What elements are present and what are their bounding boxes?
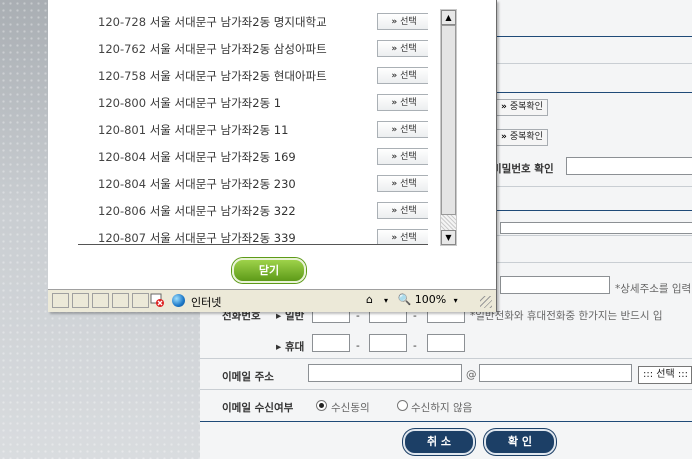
section-divider xyxy=(200,421,692,422)
nick-dup-check-button[interactable]: » 중복확인 xyxy=(496,129,548,146)
popup-blocked-icon[interactable] xyxy=(150,293,164,307)
select-button[interactable]: » 선택 xyxy=(377,148,428,165)
email-domain-input[interactable] xyxy=(479,364,632,382)
cancel-button[interactable]: 취 소 xyxy=(403,429,475,455)
list-item: 120-758 서울 서대문구 남가좌2동 현대아파트 » 선택 xyxy=(78,62,428,89)
close-button[interactable]: 닫기 xyxy=(232,258,306,283)
list-item: 120-728 서울 서대문구 남가좌2동 명지대학교 » 선택 xyxy=(78,8,428,35)
scroll-thumb[interactable] xyxy=(441,25,456,215)
list-item: 120-807 서울 서대문구 남가좌2동 339 » 선택 xyxy=(78,224,428,245)
address-text: 120-807 서울 서대문구 남가좌2동 339 xyxy=(98,231,296,245)
select-button[interactable]: » 선택 xyxy=(377,202,428,219)
status-pane xyxy=(92,293,109,308)
email-label: 이메일 주소 xyxy=(222,371,274,383)
address-text: 120-804 서울 서대문구 남가좌2동 230 xyxy=(98,177,296,191)
list-item: 120-804 서울 서대문구 남가좌2동 230 » 선택 xyxy=(78,170,428,197)
address-text: 120-804 서울 서대문구 남가좌2동 169 xyxy=(98,150,296,164)
row-divider xyxy=(200,389,692,390)
address-text: 120-762 서울 서대문구 남가좌2동 삼성아파트 xyxy=(98,42,327,56)
select-button[interactable]: » 선택 xyxy=(377,13,428,30)
scroll-up-icon[interactable]: ▲ xyxy=(441,10,456,25)
list-item: 120-800 서울 서대문구 남가좌2동 1 » 선택 xyxy=(78,89,428,116)
address-text: 120-758 서울 서대문구 남가좌2동 현대아파트 xyxy=(98,69,327,83)
scroll-track[interactable] xyxy=(441,215,456,231)
detail-address-hint: *상세주소를 입력 xyxy=(615,283,692,295)
resize-grip-icon[interactable] xyxy=(480,296,492,308)
vertical-scrollbar[interactable]: ▲ ▼ xyxy=(440,9,457,246)
select-button[interactable]: » 선택 xyxy=(377,40,428,57)
dash: - xyxy=(413,340,417,352)
scroll-down-icon[interactable]: ▼ xyxy=(441,230,456,245)
select-button[interactable]: » 선택 xyxy=(377,175,428,192)
select-button[interactable]: » 선택 xyxy=(377,67,428,84)
address-text: 120-800 서울 서대문구 남가좌2동 1 xyxy=(98,96,282,110)
list-item: 120-801 서울 서대문구 남가좌2동 11 » 선택 xyxy=(78,116,428,143)
zipcode-popup-window: 120-728 서울 서대문구 남가좌2동 명지대학교 » 선택 120-762… xyxy=(48,0,497,312)
mobile-phone-2[interactable] xyxy=(369,334,407,352)
row-divider xyxy=(200,358,692,359)
browser-status-bar: 인터넷 ⌂ ▾ 🔍 100% ▾ xyxy=(48,289,496,312)
status-pane xyxy=(132,293,149,308)
mobile-phone-3[interactable] xyxy=(427,334,465,352)
email-domain-select[interactable]: ::: 선택 ::: xyxy=(638,366,692,384)
password-confirm-label: 비밀번호 확인 xyxy=(492,163,554,175)
email-at: @ xyxy=(466,369,477,381)
email-consent-label: 이메일 수신여부 xyxy=(222,402,294,414)
list-item: 120-804 서울 서대문구 남가좌2동 169 » 선택 xyxy=(78,143,428,170)
zoom-control[interactable]: ⌂ ▾ 🔍 100% ▾ xyxy=(366,293,458,309)
address-text: 120-806 서울 서대문구 남가좌2동 322 xyxy=(98,204,296,218)
address-result-list: 120-728 서울 서대문구 남가좌2동 명지대학교 » 선택 120-762… xyxy=(78,0,428,245)
phone-hint: *일반전화와 휴대전화중 한가지는 반드시 입 xyxy=(470,310,663,322)
id-dup-check-button[interactable]: » 중복확인 xyxy=(496,99,548,116)
list-item: 120-762 서울 서대문구 남가좌2동 삼성아파트 » 선택 xyxy=(78,35,428,62)
select-button[interactable]: » 선택 xyxy=(377,94,428,111)
status-pane xyxy=(52,293,69,308)
address-text: 120-801 서울 서대문구 남가좌2동 11 xyxy=(98,123,289,137)
protected-mode-icon[interactable]: ⌂ xyxy=(366,293,384,306)
consent-yes-radio[interactable] xyxy=(316,400,327,411)
detail-address-input[interactable] xyxy=(500,276,610,294)
email-id-input[interactable] xyxy=(308,364,462,382)
address-input[interactable] xyxy=(500,222,692,234)
select-button[interactable]: » 선택 xyxy=(377,121,428,138)
consent-no-label: 수신하지 않음 xyxy=(411,402,473,414)
zoom-level[interactable]: 100% xyxy=(415,293,446,306)
security-zone-text: 인터넷 xyxy=(191,296,222,309)
mobile-phone-1[interactable] xyxy=(312,334,350,352)
zoom-icon[interactable]: 🔍 xyxy=(398,293,412,306)
dash: - xyxy=(356,340,360,352)
zoom-dropdown-icon[interactable]: ▾ xyxy=(454,296,458,305)
list-bottom-border xyxy=(78,244,428,245)
confirm-button[interactable]: 확 인 xyxy=(484,429,556,455)
address-text: 120-728 서울 서대문구 남가좌2동 명지대학교 xyxy=(98,15,327,29)
consent-no-radio[interactable] xyxy=(397,400,408,411)
password-confirm-input[interactable] xyxy=(566,157,692,175)
list-item: 120-806 서울 서대문구 남가좌2동 322 » 선택 xyxy=(78,197,428,224)
status-pane xyxy=(72,293,89,308)
status-pane xyxy=(112,293,129,308)
consent-yes-label: 수신동의 xyxy=(331,402,370,414)
internet-zone-icon xyxy=(172,294,185,307)
select-button[interactable]: » 선택 xyxy=(377,229,428,245)
popup-content: 120-728 서울 서대문구 남가좌2동 명지대학교 » 선택 120-762… xyxy=(48,0,496,289)
mobile-phone-label: ▸ 휴대 xyxy=(276,341,305,353)
